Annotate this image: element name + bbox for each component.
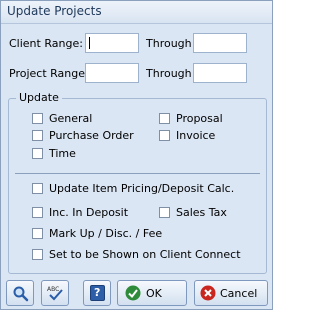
project-range-from-input[interactable]: [85, 63, 139, 83]
help-icon: ?: [90, 285, 105, 301]
spellcheck-icon: ABC: [47, 286, 63, 301]
inc-in-deposit-label: Inc. In Deposit: [49, 206, 129, 219]
general-checkbox[interactable]: [32, 113, 43, 124]
sales-tax-checkbox[interactable]: [159, 207, 170, 218]
update-projects-dialog: Update Projects Client Range: Through Pr…: [0, 0, 273, 310]
time-checkbox[interactable]: [32, 148, 43, 159]
purchase-order-label: Purchase Order: [49, 129, 134, 142]
client-range-from-input[interactable]: [85, 33, 139, 53]
client-range-label: Client Range:: [9, 37, 83, 50]
window-title: Update Projects: [7, 4, 102, 18]
client-connect-checkbox[interactable]: [32, 249, 43, 260]
client-connect-label: Set to be Shown on Client Connect: [49, 248, 241, 261]
general-label: General: [49, 112, 93, 125]
update-group-title: Update: [16, 91, 62, 104]
client-through-label: Through: [146, 37, 192, 50]
update-item-pricing-label: Update Item Pricing/Deposit Calc.: [49, 182, 235, 195]
update-item-pricing-checkbox[interactable]: [32, 183, 43, 194]
project-through-label: Through: [146, 67, 192, 80]
purchase-order-checkbox[interactable]: [32, 130, 43, 141]
markup-checkbox[interactable]: [32, 228, 43, 239]
title-bar: Update Projects: [1, 1, 272, 24]
time-label: Time: [49, 147, 76, 160]
ok-label: OK: [146, 287, 162, 300]
proposal-checkbox[interactable]: [159, 113, 170, 124]
ok-button[interactable]: OK: [117, 280, 187, 306]
client-range-to-input[interactable]: [193, 33, 247, 53]
inc-in-deposit-checkbox[interactable]: [32, 207, 43, 218]
invoice-label: Invoice: [176, 129, 216, 142]
svg-text:ABC: ABC: [47, 286, 59, 293]
cancel-button[interactable]: Cancel: [194, 280, 268, 306]
help-button[interactable]: ?: [83, 280, 111, 306]
checkmark-icon: [125, 285, 141, 301]
text-caret: [89, 37, 90, 49]
project-range-to-input[interactable]: [193, 63, 247, 83]
proposal-label: Proposal: [176, 112, 223, 125]
markup-label: Mark Up / Disc. / Fee: [49, 227, 163, 240]
search-button[interactable]: [6, 280, 34, 306]
invoice-checkbox[interactable]: [159, 130, 170, 141]
sales-tax-label: Sales Tax: [176, 206, 227, 219]
cancel-icon: [200, 285, 216, 301]
help-glyph: ?: [94, 286, 101, 299]
group-separator: [15, 173, 260, 174]
project-range-label: Project Range:: [9, 67, 89, 80]
cancel-label: Cancel: [220, 287, 258, 300]
spell-check-button[interactable]: ABC: [41, 280, 69, 306]
magnifier-icon: [13, 286, 29, 302]
